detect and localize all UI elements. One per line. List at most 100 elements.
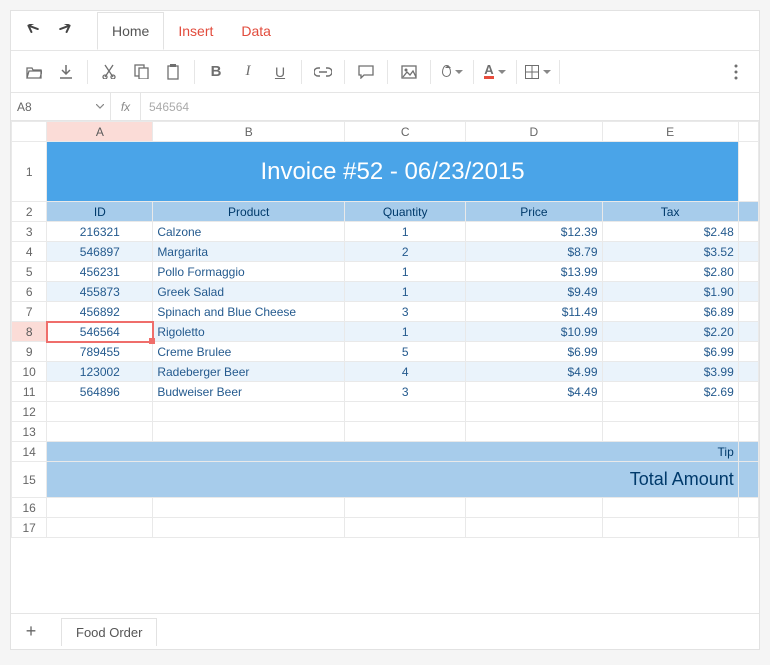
link-button[interactable] [308,57,338,87]
tip-label-cell[interactable]: Tip [47,442,738,462]
cell-tax[interactable]: $6.89 [602,302,738,322]
cell-product[interactable]: Budweiser Beer [153,382,345,402]
redo-button[interactable] [53,19,77,43]
tab-data[interactable]: Data [227,13,285,49]
row-header[interactable]: 3 [12,222,47,242]
more-button[interactable] [721,57,751,87]
cell-id[interactable]: 789455 [47,342,153,362]
cell-qty[interactable]: 4 [345,362,466,382]
select-all-corner[interactable] [12,122,47,142]
cell-price[interactable]: $9.49 [466,282,602,302]
add-sheet-button[interactable]: + [21,621,41,642]
image-button[interactable] [394,57,424,87]
col-header-C[interactable]: C [345,122,466,142]
row-header[interactable]: 12 [12,402,47,422]
cell-tax[interactable]: $2.48 [602,222,738,242]
paste-button[interactable] [158,57,188,87]
spreadsheet-grid[interactable]: A B C D E 1 Invoice #52 - 06/23/2015 2 I… [11,121,759,613]
row-header[interactable]: 15 [12,462,47,498]
row-header[interactable]: 5 [12,262,47,282]
header-tax[interactable]: Tax [602,202,738,222]
col-header-E[interactable]: E [602,122,738,142]
bold-button[interactable]: B [201,57,231,87]
row-header[interactable]: 17 [12,518,47,538]
cell-price[interactable]: $13.99 [466,262,602,282]
tab-home[interactable]: Home [97,12,164,50]
cell-price[interactable]: $12.39 [466,222,602,242]
row-header[interactable]: 10 [12,362,47,382]
cell-id[interactable]: 455873 [47,282,153,302]
cell-product[interactable]: Greek Salad [153,282,345,302]
cell-price[interactable]: $8.79 [466,242,602,262]
header-id[interactable]: ID [47,202,153,222]
cell-tax[interactable]: $3.52 [602,242,738,262]
cell-qty[interactable]: 2 [345,242,466,262]
row-header[interactable]: 6 [12,282,47,302]
header-price[interactable]: Price [466,202,602,222]
row-header[interactable]: 9 [12,342,47,362]
header-product[interactable]: Product [153,202,345,222]
cell-id[interactable]: 546564 [47,322,153,342]
cell-tax[interactable]: $6.99 [602,342,738,362]
text-color-button[interactable]: A [480,57,510,87]
row-header[interactable]: 8 [12,322,47,342]
cell-product[interactable]: Margarita [153,242,345,262]
cell-product[interactable]: Calzone [153,222,345,242]
col-header-B[interactable]: B [153,122,345,142]
cut-button[interactable] [94,57,124,87]
col-header-A[interactable]: A [47,122,153,142]
fill-color-button[interactable] [437,57,467,87]
cell-product[interactable]: Spinach and Blue Cheese [153,302,345,322]
cell-id[interactable]: 123002 [47,362,153,382]
cell-id[interactable]: 456231 [47,262,153,282]
cell-qty[interactable]: 1 [345,322,466,342]
header-qty[interactable]: Quantity [345,202,466,222]
sheet-tab[interactable]: Food Order [61,618,157,646]
row-header[interactable]: 7 [12,302,47,322]
open-button[interactable] [19,57,49,87]
download-button[interactable] [51,57,81,87]
row-header[interactable]: 1 [12,142,47,202]
undo-button[interactable] [21,19,45,43]
cell-tax[interactable]: $1.90 [602,282,738,302]
copy-button[interactable] [126,57,156,87]
cell-id[interactable]: 564896 [47,382,153,402]
cell-qty[interactable]: 1 [345,222,466,242]
cell-tax[interactable]: $3.99 [602,362,738,382]
cell-price[interactable]: $10.99 [466,322,602,342]
formula-input[interactable]: 546564 [141,93,759,120]
cell-tax[interactable]: $2.20 [602,322,738,342]
cell-price[interactable]: $4.49 [466,382,602,402]
borders-button[interactable] [523,57,553,87]
cell-qty[interactable]: 1 [345,262,466,282]
cell-price[interactable]: $6.99 [466,342,602,362]
italic-button[interactable]: I [233,57,263,87]
cell-qty[interactable]: 1 [345,282,466,302]
cell-id[interactable]: 216321 [47,222,153,242]
col-header-D[interactable]: D [466,122,602,142]
invoice-title-cell[interactable]: Invoice #52 - 06/23/2015 [47,142,738,202]
cell-id[interactable]: 456892 [47,302,153,322]
row-header[interactable]: 16 [12,498,47,518]
comment-button[interactable] [351,57,381,87]
cell-tax[interactable]: $2.80 [602,262,738,282]
cell-qty[interactable]: 3 [345,382,466,402]
row-header[interactable]: 4 [12,242,47,262]
cell-price[interactable]: $11.49 [466,302,602,322]
row-header[interactable]: 13 [12,422,47,442]
cell-price[interactable]: $4.99 [466,362,602,382]
cell-tax[interactable]: $2.69 [602,382,738,402]
tab-insert[interactable]: Insert [164,13,227,49]
cell-qty[interactable]: 3 [345,302,466,322]
cell-product[interactable]: Rigoletto [153,322,345,342]
cell-product[interactable]: Radeberger Beer [153,362,345,382]
cell-id[interactable]: 546897 [47,242,153,262]
cell-product[interactable]: Pollo Formaggio [153,262,345,282]
cell-qty[interactable]: 5 [345,342,466,362]
total-label-cell[interactable]: Total Amount [47,462,738,498]
cell-product[interactable]: Creme Brulee [153,342,345,362]
row-header[interactable]: 11 [12,382,47,402]
row-header[interactable]: 14 [12,442,47,462]
row-header[interactable]: 2 [12,202,47,222]
name-box[interactable]: A8 [11,93,111,120]
